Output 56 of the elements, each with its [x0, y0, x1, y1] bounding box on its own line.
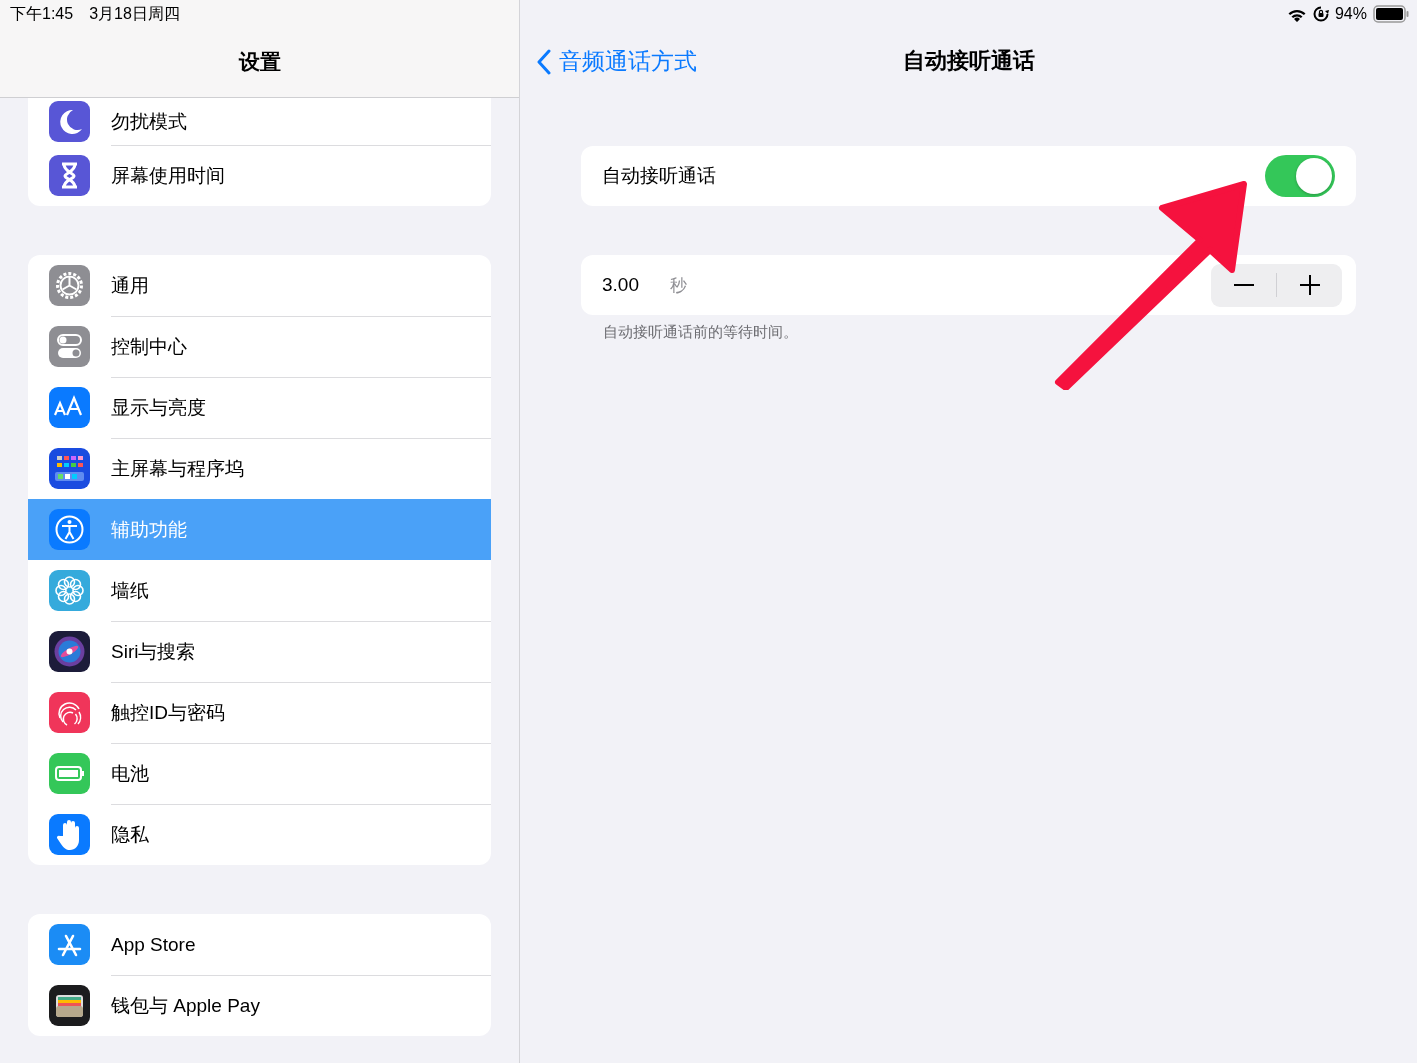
- orb-icon: [49, 631, 90, 672]
- battery-icon: [1373, 5, 1409, 23]
- footer-note: 自动接听通话前的等待时间。: [603, 323, 799, 342]
- sidebar-item[interactable]: 墙纸: [28, 560, 491, 621]
- flower-icon: [49, 570, 90, 611]
- sidebar-item[interactable]: 触控ID与密码: [28, 682, 491, 743]
- sidebar-item[interactable]: 钱包与 Apple Pay: [28, 975, 491, 1036]
- sidebar-item-label: 勿扰模式: [111, 110, 187, 134]
- stepper-value: 3.00: [602, 274, 640, 296]
- sidebar-item-label: 控制中心: [111, 335, 187, 359]
- rotation-lock-icon: [1312, 6, 1329, 22]
- toggles-icon: [49, 326, 90, 367]
- sidebar-item[interactable]: App Store: [28, 914, 491, 975]
- sidebar-item-label: 主屏幕与程序坞: [111, 457, 244, 481]
- toggle-switch[interactable]: [1265, 155, 1335, 197]
- status-date: 3月18日周四: [89, 3, 180, 24]
- app-store-icon: [49, 924, 90, 965]
- chevron-left-icon: [537, 48, 551, 75]
- sidebar-item-label: 屏幕使用时间: [111, 164, 225, 188]
- sidebar-item[interactable]: 显示与亮度: [28, 377, 491, 438]
- sidebar-item-label: 电池: [111, 762, 149, 786]
- minus-icon: [1233, 284, 1254, 286]
- sidebar-item-label: App Store: [111, 934, 196, 956]
- status-time: 下午1:45: [10, 3, 74, 24]
- hand-icon: [49, 814, 90, 855]
- sidebar-item[interactable]: 屏幕使用时间: [28, 145, 491, 206]
- sidebar-item[interactable]: 控制中心: [28, 316, 491, 377]
- plus-icon: [1299, 275, 1320, 295]
- sidebar-item-label: 通用: [111, 274, 149, 298]
- text-size-icon: [49, 387, 90, 428]
- back-button[interactable]: 音频通话方式: [537, 46, 697, 77]
- sidebar-item[interactable]: 勿扰模式: [28, 98, 491, 145]
- sidebar-item-label: 钱包与 Apple Pay: [111, 994, 260, 1018]
- sidebar-item-label: 隐私: [111, 823, 149, 847]
- moon-icon: [49, 101, 90, 142]
- sidebar-item-label: 显示与亮度: [111, 396, 206, 420]
- sidebar-item-label: 墙纸: [111, 579, 149, 603]
- gear-icon: [49, 265, 90, 306]
- sidebar-item-label: Siri与搜索: [111, 640, 196, 664]
- sidebar-item[interactable]: Siri与搜索: [28, 621, 491, 682]
- sidebar-item-label: 辅助功能: [111, 518, 187, 542]
- sidebar-item-label: 触控ID与密码: [111, 701, 225, 725]
- app-grid-icon: [49, 448, 90, 489]
- page-title: 自动接听通话: [902, 47, 1035, 75]
- toggle-label: 自动接听通话: [602, 164, 717, 188]
- hourglass-icon: [49, 155, 90, 196]
- unit-label: 秒: [670, 274, 688, 297]
- sidebar-item[interactable]: 通用: [28, 255, 491, 316]
- sidebar-title: 设置: [238, 49, 281, 75]
- battery-percent: 94%: [1334, 5, 1367, 23]
- accessibility-icon: [49, 509, 90, 550]
- battery-icon: [49, 753, 90, 794]
- fingerprint-icon: [49, 692, 90, 733]
- sidebar-item[interactable]: 电池: [28, 743, 491, 804]
- sidebar-item[interactable]: 隐私: [28, 804, 491, 865]
- wallet-icon: [49, 985, 90, 1026]
